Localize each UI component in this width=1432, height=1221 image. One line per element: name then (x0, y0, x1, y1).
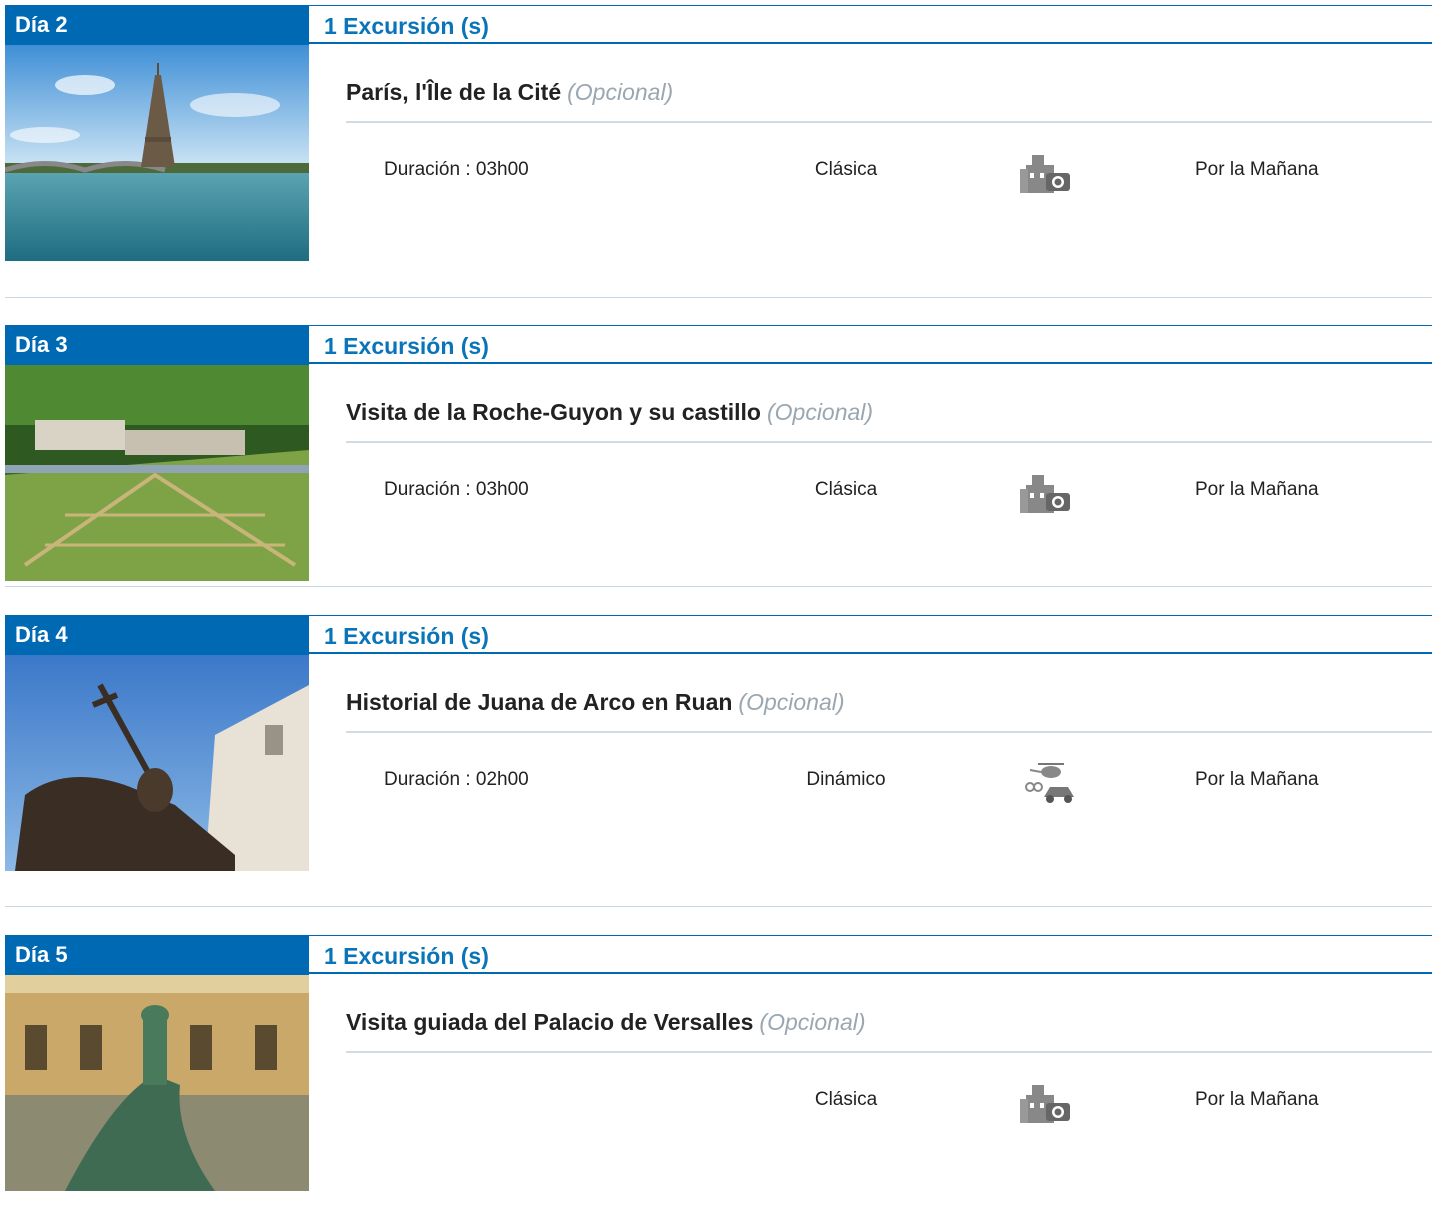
time-of-day: Por la Mañana (1195, 159, 1319, 180)
versailles-fountain-photo[interactable] (5, 975, 309, 1191)
day-block-5: Día 5 1 Excursión (s) Visita guiada del … (5, 935, 1432, 1193)
duration-text: Duración : 03h00 (384, 159, 529, 180)
excursion-title-row: París, l'Île de la Cité (Opcional) (346, 75, 1432, 123)
time-of-day: Por la Mañana (1195, 1089, 1319, 1110)
separator (5, 586, 1432, 587)
excursion-type: Clásica (814, 479, 878, 500)
joan-of-arc-statue-photo[interactable] (5, 655, 309, 871)
castle-camera-icon (1018, 471, 1078, 515)
day-header: Día 4 1 Excursión (s) (5, 615, 1432, 655)
duration-text: Duración : 02h00 (384, 769, 529, 790)
excursion-count: 1 Excursión (s) (309, 935, 1432, 974)
day-header: Día 2 1 Excursión (s) (5, 5, 1432, 45)
time-of-day: Por la Mañana (1195, 769, 1319, 790)
time-of-day: Por la Mañana (1195, 479, 1319, 500)
castle-camera-icon (1018, 151, 1078, 195)
excursion-type: Clásica (814, 159, 878, 180)
day-header: Día 5 1 Excursión (s) (5, 935, 1432, 975)
day-label: Día 2 (5, 5, 309, 45)
day-block-3: Día 3 1 Excursión (s) Visita de la Roche… (5, 325, 1432, 583)
duration-text: Duración : 03h00 (384, 479, 529, 500)
excursion-title[interactable]: Visita de la Roche-Guyon y su castillo (346, 399, 761, 425)
separator (5, 906, 1432, 907)
excursion-type: Dinámico (806, 769, 886, 790)
castle-camera-icon (1018, 1081, 1078, 1125)
day-label: Día 4 (5, 615, 309, 655)
excursion-title-row: Historial de Juana de Arco en Ruan (Opcio… (346, 685, 1432, 733)
excursion-title-row: Visita de la Roche-Guyon y su castillo (O… (346, 395, 1432, 443)
optional-tag: (Opcional) (567, 79, 674, 105)
day-label: Día 5 (5, 935, 309, 975)
excursion-type: Clásica (814, 1089, 878, 1110)
optional-tag: (Opcional) (759, 1009, 866, 1035)
helicopter-car-icon (1018, 761, 1078, 805)
excursion-title[interactable]: Historial de Juana de Arco en Ruan (346, 689, 732, 715)
excursion-title[interactable]: París, l'Île de la Cité (346, 79, 561, 105)
excursion-count: 1 Excursión (s) (309, 5, 1432, 44)
day-block-2: Día 2 1 Excursión (s) París, l'Île de la… (5, 5, 1432, 263)
day-label: Día 3 (5, 325, 309, 365)
eiffel-tower-photo[interactable] (5, 45, 309, 261)
optional-tag: (Opcional) (738, 689, 845, 715)
excursion-title[interactable]: Visita guiada del Palacio de Versalles (346, 1009, 753, 1035)
excursion-count: 1 Excursión (s) (309, 325, 1432, 364)
day-block-4: Día 4 1 Excursión (s) Historial de Juana… (5, 615, 1432, 873)
excursion-title-row: Visita guiada del Palacio de Versalles (O… (346, 1005, 1432, 1053)
separator (5, 297, 1432, 298)
roche-guyon-photo[interactable] (5, 365, 309, 581)
excursion-count: 1 Excursión (s) (309, 615, 1432, 654)
optional-tag: (Opcional) (766, 399, 874, 425)
day-header: Día 3 1 Excursión (s) (5, 325, 1432, 365)
